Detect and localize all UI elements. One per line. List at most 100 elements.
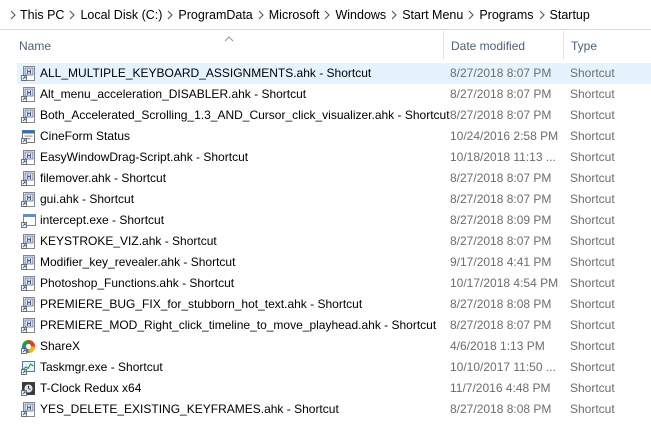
breadcrumb-item[interactable]: Startup — [550, 0, 590, 30]
breadcrumb-item[interactable]: ProgramData — [178, 0, 252, 30]
file-date-modified: 8/27/2018 8:07 PM — [450, 318, 552, 332]
file-type: Shortcut — [570, 66, 615, 80]
file-row[interactable]: H PREMIERE_MOD_Right_click_timeline_to_mo… — [0, 315, 651, 336]
file-type: Shortcut — [570, 297, 615, 311]
ahk-shortcut-icon: H — [21, 171, 36, 186]
file-name: Taskmgr.exe - Shortcut — [40, 360, 163, 374]
file-row[interactable]: H YES_DELETE_EXISTING_KEYFRAMES.ahk - Sho… — [0, 399, 651, 420]
file-type: Shortcut — [570, 213, 615, 227]
breadcrumb-item[interactable]: Start Menu — [402, 0, 463, 30]
file-date-modified: 8/27/2018 8:07 PM — [450, 66, 552, 80]
ahk-shortcut-icon: H — [21, 276, 36, 291]
breadcrumb-item[interactable]: Programs — [479, 0, 533, 30]
chevron-right-icon[interactable] — [64, 0, 80, 30]
column-header-type[interactable]: Type — [563, 31, 651, 60]
file-date-modified: 8/27/2018 8:09 PM — [450, 213, 552, 227]
taskmgr-icon — [21, 360, 36, 375]
column-header-date[interactable]: Date modified — [443, 31, 563, 60]
ahk-shortcut-icon: H — [21, 255, 36, 270]
file-row[interactable]: H Photoshop_Functions.ahk - Shortcut 10/17… — [0, 273, 651, 294]
file-date-modified: 8/27/2018 8:07 PM — [450, 171, 552, 185]
breadcrumb-item[interactable]: This PC — [20, 0, 64, 30]
exe-shortcut-icon — [21, 213, 36, 228]
breadcrumb: This PC Local Disk (C:) ProgramData Microso… — [20, 0, 590, 30]
file-type: Shortcut — [570, 276, 615, 290]
ahk-shortcut-icon: H — [21, 402, 36, 417]
svg-text:H: H — [27, 238, 31, 244]
ahk-shortcut-icon: H — [21, 108, 36, 123]
file-type: Shortcut — [570, 360, 615, 374]
file-name: PREMIERE_BUG_FIX_for_stubborn_hot_text.a… — [40, 297, 363, 311]
breadcrumb-item[interactable]: Local Disk (C:) — [80, 0, 162, 30]
file-row[interactable]: Hfilemover.ahk - Shortcut 8/27/2018 8:07 … — [0, 168, 651, 189]
svg-text:H: H — [27, 154, 31, 160]
file-name: CineForm Status — [40, 129, 131, 143]
file-type: Shortcut — [570, 234, 615, 248]
chevron-right-icon[interactable] — [6, 0, 20, 30]
file-type: Shortcut — [570, 402, 615, 416]
file-row[interactable]: H Both_Accelerated_Scrolling_1.3_AND_Curs… — [0, 105, 651, 126]
file-name: Modifier_key_revealer.ahk - Shortcut — [40, 255, 236, 269]
sharex-icon — [21, 339, 36, 354]
file-date-modified: 10/18/2018 11:13 ... — [450, 150, 556, 164]
svg-text:H: H — [27, 301, 31, 307]
file-date-modified: 8/27/2018 8:07 PM — [450, 87, 552, 101]
file-date-modified: 10/17/2018 4:54 PM — [450, 276, 559, 290]
file-date-modified: 8/27/2018 8:08 PM — [450, 297, 552, 311]
file-type: Shortcut — [570, 129, 615, 143]
chevron-right-icon[interactable] — [253, 0, 269, 30]
file-name: gui.ahk - Shortcut — [40, 192, 135, 206]
clock-icon — [21, 381, 36, 396]
svg-text:H: H — [27, 112, 31, 118]
file-name: PREMIERE_MOD_Right_click_timeline_to_mov… — [40, 318, 437, 332]
file-type: Shortcut — [570, 381, 615, 395]
svg-text:H: H — [27, 259, 31, 265]
chevron-right-icon[interactable] — [386, 0, 402, 30]
breadcrumb-item[interactable]: Windows — [335, 0, 386, 30]
file-row[interactable]: ShareX 4/6/2018 1:13 PM Shortcut — [0, 336, 651, 357]
file-date-modified: 8/27/2018 8:08 PM — [450, 402, 552, 416]
file-date-modified: 8/27/2018 8:07 PM — [450, 108, 552, 122]
chevron-right-icon[interactable] — [319, 0, 335, 30]
chevron-right-icon[interactable] — [534, 0, 550, 30]
file-row[interactable]: H PREMIERE_BUG_FIX_for_stubborn_hot_text.… — [0, 294, 651, 315]
file-name: T-Clock Redux x64 — [40, 381, 142, 395]
file-date-modified: 8/27/2018 8:07 PM — [450, 234, 552, 248]
file-row[interactable]: Hgui.ahk - Shortcut 8/27/2018 8:07 PM Shor… — [0, 189, 651, 210]
file-name: Alt_menu_acceleration_DISABLER.ahk - Sho… — [40, 87, 307, 101]
file-date-modified: 8/27/2018 8:07 PM — [450, 192, 552, 206]
chevron-right-icon[interactable] — [162, 0, 178, 30]
file-name: ALL_MULTIPLE_KEYBOARD_ASSIGNMENTS.ahk - … — [40, 66, 372, 80]
ahk-shortcut-icon: H — [21, 66, 36, 81]
file-name: intercept.exe - Shortcut — [40, 213, 165, 227]
file-type: Shortcut — [570, 339, 615, 353]
file-row[interactable]: T-Clock Redux x64 11/7/2016 4:48 PM Shortc… — [0, 378, 651, 399]
file-row[interactable]: CineForm Status 10/24/2016 2:58 PM Shortcu… — [0, 126, 651, 147]
file-row[interactable]: H KEYSTROKE_VIZ.ahk - Shortcut 8/27/2018 8… — [0, 231, 651, 252]
file-type: Shortcut — [570, 87, 615, 101]
file-type: Shortcut — [570, 318, 615, 332]
file-name: KEYSTROKE_VIZ.ahk - Shortcut — [40, 234, 217, 248]
file-name: filemover.ahk - Shortcut — [40, 171, 167, 185]
breadcrumb-item[interactable]: Microsoft — [269, 0, 320, 30]
ahk-shortcut-icon: H — [21, 297, 36, 312]
ahk-shortcut-icon: H — [21, 318, 36, 333]
file-date-modified: 10/10/2017 11:50 ... — [450, 360, 556, 374]
address-bar[interactable]: This PC Local Disk (C:) ProgramData Microso… — [0, 0, 651, 30]
file-type: Shortcut — [570, 108, 615, 122]
file-row[interactable]: H ALL_MULTIPLE_KEYBOARD_ASSIGNMENTS.ahk -… — [0, 63, 651, 84]
file-name: Both_Accelerated_Scrolling_1.3_AND_Curso… — [40, 108, 450, 122]
file-row[interactable]: Taskmgr.exe - Shortcut 10/10/2017 11:50 .… — [0, 357, 651, 378]
file-name: ShareX — [40, 339, 81, 353]
ahk-shortcut-icon: H — [21, 234, 36, 249]
file-date-modified: 10/24/2016 2:58 PM — [450, 129, 559, 143]
sort-ascending-icon — [224, 32, 234, 42]
chevron-right-icon[interactable] — [463, 0, 479, 30]
column-header-type-label: Type — [571, 38, 598, 53]
column-header-date-label: Date modified — [451, 38, 526, 53]
file-row[interactable]: H Alt_menu_acceleration_DISABLER.ahk - Sh… — [0, 84, 651, 105]
file-row[interactable]: H EasyWindowDrag-Script.ahk - Shortcut 10/… — [0, 147, 651, 168]
ahk-shortcut-icon: H — [21, 87, 36, 102]
file-row[interactable]: intercept.exe - Shortcut 8/27/2018 8:09 P… — [0, 210, 651, 231]
file-row[interactable]: H Modifier_key_revealer.ahk - Shortcut 9/1… — [0, 252, 651, 273]
